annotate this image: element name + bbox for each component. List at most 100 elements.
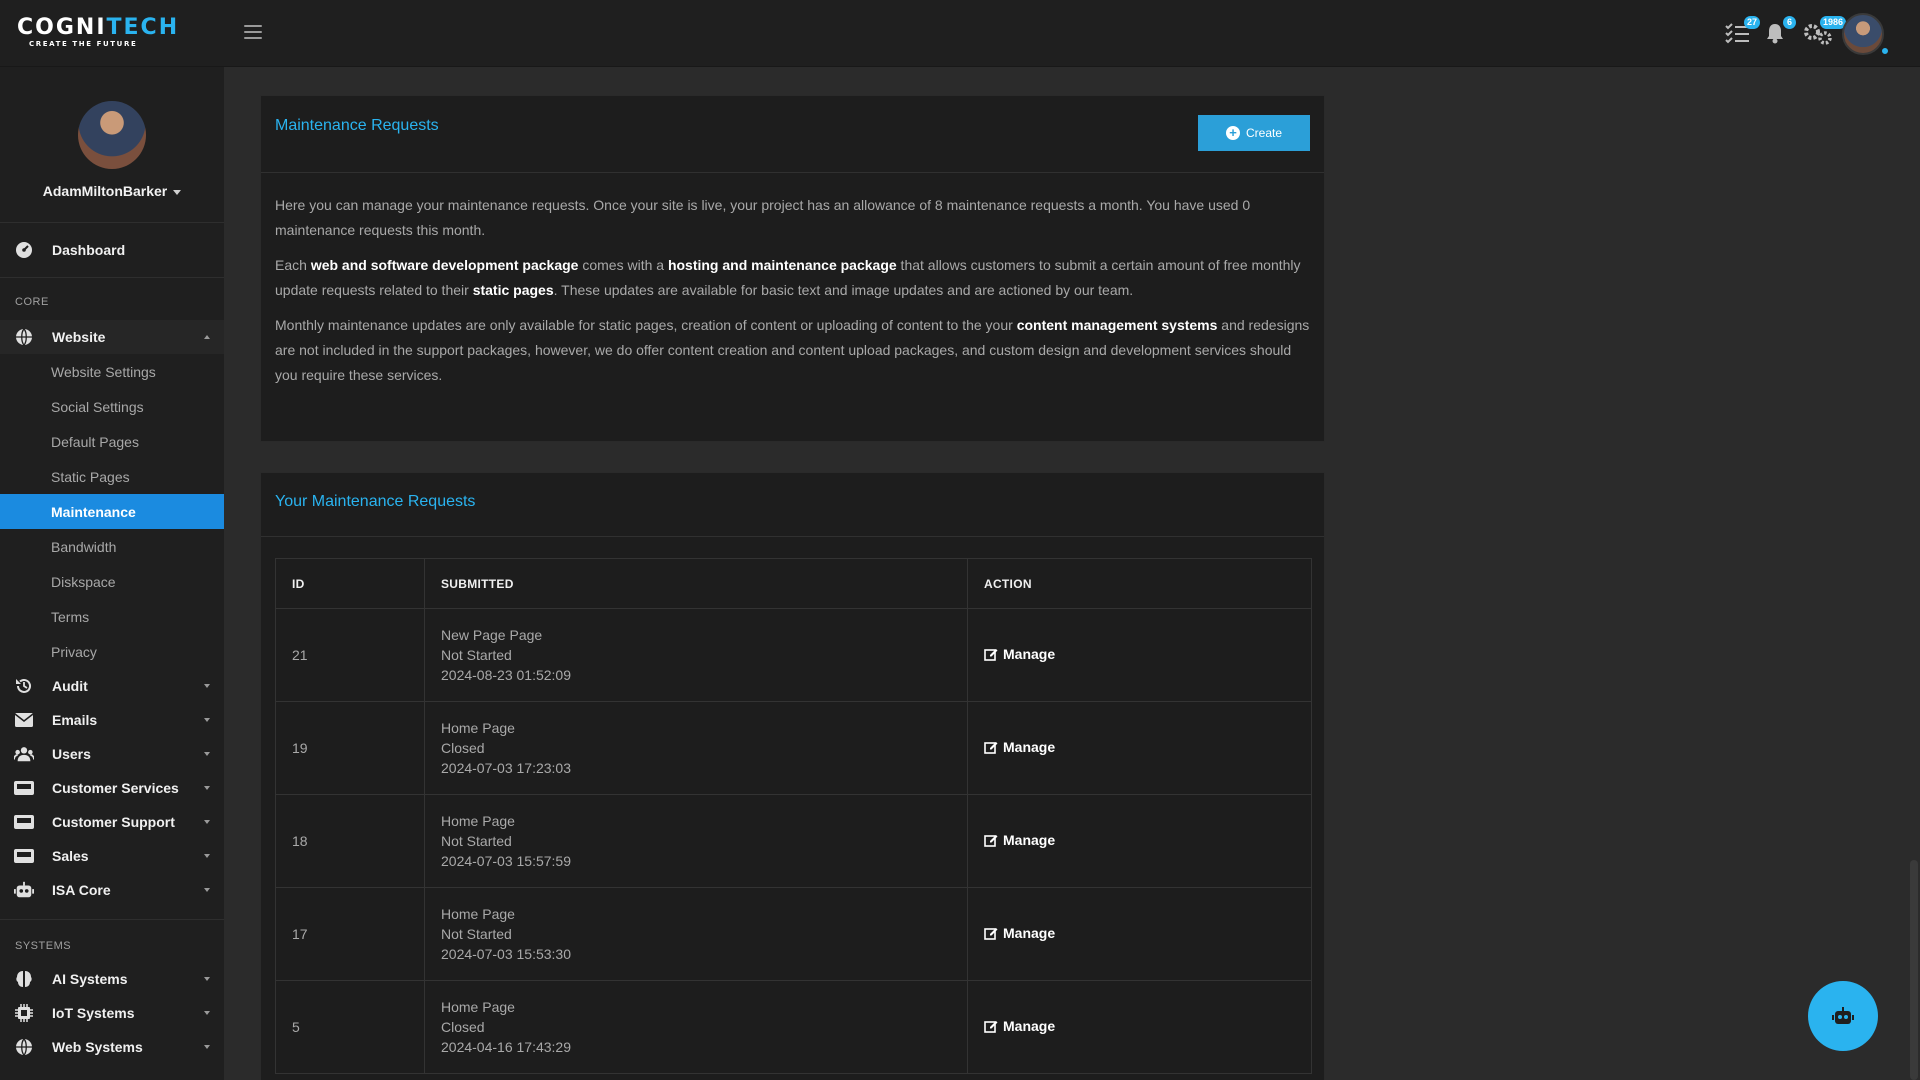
column-header-id: ID xyxy=(275,558,425,609)
description-paragraph-2: Each web and software development packag… xyxy=(275,257,1301,298)
request-page: Home Page xyxy=(441,999,515,1015)
column-header-submitted: SUBMITTED xyxy=(424,558,968,609)
sidebar-item-emails[interactable]: Emails xyxy=(0,703,224,737)
envelope-icon xyxy=(14,710,34,730)
sidebar-item-iot-systems[interactable]: IoT Systems xyxy=(0,996,224,1030)
caret-down-icon xyxy=(173,189,182,195)
users-icon xyxy=(14,744,34,764)
user-avatar[interactable] xyxy=(1842,13,1884,55)
request-submitted: Home Page Not Started 2024-07-03 15:53:30 xyxy=(424,887,968,981)
sidebar-item-isa-core[interactable]: ISA Core xyxy=(0,873,224,907)
maintenance-description: Here you can manage your maintenance req… xyxy=(261,173,1324,428)
globe-icon xyxy=(14,1037,34,1057)
edit-icon xyxy=(984,928,998,940)
sidebar-subitem-terms[interactable]: Terms xyxy=(0,599,224,634)
globe-icon xyxy=(14,327,34,347)
caret-down-icon xyxy=(204,1045,210,1049)
request-submitted: Home Page Not Started 2024-07-03 15:57:59 xyxy=(424,794,968,888)
request-status: Not Started xyxy=(441,926,512,942)
maintenance-requests-card: Your Maintenance Requests ID SUBMITTED A… xyxy=(260,472,1325,1080)
top-bar: COGNITECH CREATE THE FUTURE 27 6 1986 xyxy=(0,0,1920,67)
requests-title: Your Maintenance Requests xyxy=(275,493,476,510)
server-icon xyxy=(14,812,34,832)
edit-icon xyxy=(984,835,998,847)
requests-table: ID SUBMITTED ACTION 21 New Page Page Not S… xyxy=(275,558,1312,1074)
caret-down-icon xyxy=(204,854,210,858)
caret-down-icon xyxy=(204,977,210,981)
description-paragraph-3: Monthly maintenance updates are only ava… xyxy=(275,317,1310,383)
maintenance-info-card: Maintenance Requests + Create Here you ca… xyxy=(260,95,1325,442)
caret-down-icon xyxy=(204,1011,210,1015)
request-date: 2024-07-03 17:23:03 xyxy=(441,760,571,776)
microchip-icon xyxy=(14,1003,34,1023)
cognitech-logo[interactable]: COGNITECH CREATE THE FUTURE xyxy=(17,15,177,49)
sidebar-subitem-maintenance[interactable]: Maintenance xyxy=(0,494,224,529)
bell-icon[interactable]: 6 xyxy=(1764,16,1796,46)
notifications-badge: 6 xyxy=(1783,16,1796,29)
request-status: Not Started xyxy=(441,833,512,849)
request-id: 19 xyxy=(275,701,425,795)
sidebar-item-dashboard[interactable]: Dashboard xyxy=(0,233,224,267)
chatbot-button[interactable] xyxy=(1808,981,1878,1051)
manage-link[interactable]: Manage xyxy=(984,1018,1055,1034)
sidebar-item-audit[interactable]: Audit xyxy=(0,669,224,703)
sidebar-subitem-diskspace[interactable]: Diskspace xyxy=(0,564,224,599)
caret-down-icon xyxy=(204,820,210,824)
scrollbar-thumb[interactable] xyxy=(1910,860,1918,1080)
sidebar-item-sales[interactable]: Sales xyxy=(0,839,224,873)
request-action: Manage xyxy=(967,608,1312,702)
request-date: 2024-07-03 15:57:59 xyxy=(441,853,571,869)
sidebar-subitem-privacy[interactable]: Privacy xyxy=(0,634,224,669)
brain-icon xyxy=(14,969,34,989)
logo-text-a: COGNI xyxy=(17,15,107,40)
request-page: Home Page xyxy=(441,813,515,829)
server-icon xyxy=(14,846,34,866)
profile-avatar[interactable] xyxy=(78,101,146,169)
column-header-action: ACTION xyxy=(967,558,1312,609)
sidebar-item-website[interactable]: Website xyxy=(0,320,224,354)
table-row: 19 Home Page Closed 2024-07-03 17:23:03 Mana… xyxy=(275,701,1312,795)
request-date: 2024-08-23 01:52:09 xyxy=(441,667,571,683)
sidebar: AdamMiltonBarker Dashboard CORE Website … xyxy=(0,67,224,1080)
tasks-icon[interactable]: 27 xyxy=(1724,16,1760,46)
table-row: 18 Home Page Not Started 2024-07-03 15:57:5… xyxy=(275,794,1312,888)
sidebar-item-customer-services[interactable]: Customer Services xyxy=(0,771,224,805)
menu-toggle-icon[interactable] xyxy=(244,25,264,41)
create-button[interactable]: + Create xyxy=(1198,115,1310,151)
section-label-systems: SYSTEMS xyxy=(15,940,72,952)
sidebar-subitem-bandwidth[interactable]: Bandwidth xyxy=(0,529,224,564)
sidebar-item-web-systems[interactable]: Web Systems xyxy=(0,1030,224,1064)
server-icon xyxy=(14,778,34,798)
gears-icon[interactable]: 1986 xyxy=(1802,16,1846,46)
request-submitted: Home Page Closed 2024-07-03 17:23:03 xyxy=(424,701,968,795)
request-action: Manage xyxy=(967,980,1312,1074)
table-row: 21 New Page Page Not Started 2024-08-23 01:… xyxy=(275,608,1312,702)
sidebar-item-ai-systems[interactable]: AI Systems xyxy=(0,962,224,996)
request-submitted: Home Page Closed 2024-04-16 17:43:29 xyxy=(424,980,968,1074)
manage-link[interactable]: Manage xyxy=(984,925,1055,941)
robot-icon xyxy=(14,880,34,900)
robot-icon xyxy=(1832,1007,1854,1024)
sidebar-item-customer-support[interactable]: Customer Support xyxy=(0,805,224,839)
request-page: New Page Page xyxy=(441,627,543,643)
sidebar-subitem-static-pages[interactable]: Static Pages xyxy=(0,459,224,494)
plus-circle-icon: + xyxy=(1225,126,1240,140)
manage-link[interactable]: Manage xyxy=(984,739,1055,755)
request-date: 2024-07-03 15:53:30 xyxy=(441,946,571,962)
dashboard-gauge-icon xyxy=(14,240,34,260)
sidebar-subitem-social-settings[interactable]: Social Settings xyxy=(0,389,224,424)
request-status: Closed xyxy=(441,1019,485,1035)
request-action: Manage xyxy=(967,887,1312,981)
profile-name-dropdown[interactable]: AdamMiltonBarker xyxy=(0,183,224,199)
sidebar-subitem-website-settings[interactable]: Website Settings xyxy=(0,354,224,389)
request-id: 18 xyxy=(275,794,425,888)
profile-panel: AdamMiltonBarker xyxy=(0,67,224,223)
sidebar-item-users[interactable]: Users xyxy=(0,737,224,771)
edit-icon xyxy=(984,649,998,661)
sidebar-subitem-default-pages[interactable]: Default Pages xyxy=(0,424,224,459)
manage-link[interactable]: Manage xyxy=(984,646,1055,662)
request-page: Home Page xyxy=(441,720,515,736)
caret-down-icon xyxy=(204,718,210,722)
manage-link[interactable]: Manage xyxy=(984,832,1055,848)
history-icon xyxy=(14,676,34,696)
